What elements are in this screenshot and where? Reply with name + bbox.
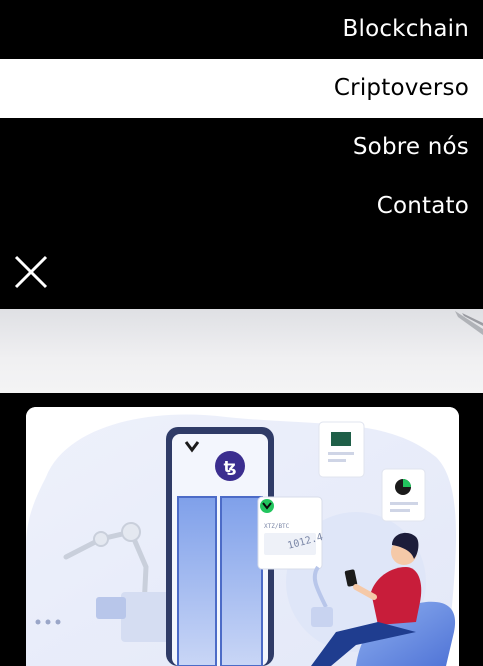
hero-image-strip [0,309,483,393]
menu-item-contato[interactable]: Contato [0,177,483,236]
crypto-trading-illustration: ꜩ XTZ/BTC 1012.4 [26,407,459,666]
menu-item-sobre-nos[interactable]: Sobre nós [0,118,483,177]
close-menu-button[interactable] [14,255,48,289]
illustration-pair-label: XTZ/BTC [264,523,290,530]
svg-text:ꜩ: ꜩ [224,458,237,476]
menu-item-blockchain[interactable]: Blockchain [0,0,483,59]
close-icon [14,255,48,289]
menu-item-criptoverso[interactable]: Criptoverso [0,59,483,118]
navigation-menu: Blockchain Criptoverso Sobre nós Contato [0,0,483,236]
crypto-illustration-card: ꜩ XTZ/BTC 1012.4 [26,407,459,666]
